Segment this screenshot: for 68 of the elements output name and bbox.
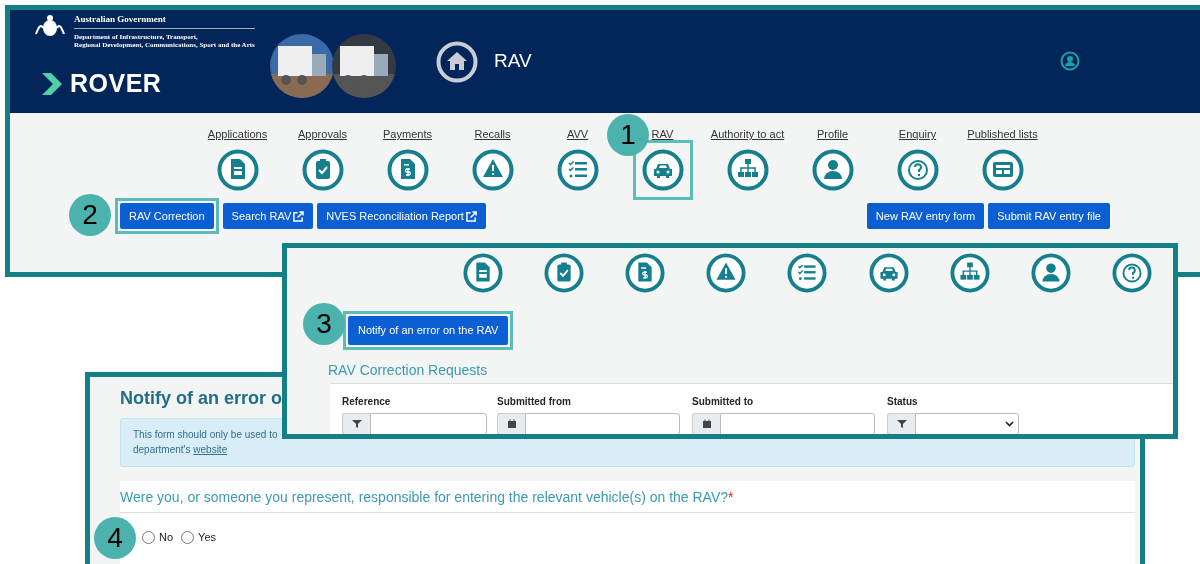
toolbar-button[interactable]: NVES Reconciliation Report	[317, 202, 486, 229]
app-logo-text: ROVER	[70, 68, 162, 100]
radio-button[interactable]	[142, 530, 155, 544]
help-icon[interactable]	[1112, 253, 1153, 293]
nav-link[interactable]: Applications	[207, 126, 268, 143]
nav-link[interactable]: Profile	[816, 126, 849, 143]
nav-link[interactable]: Published lists	[967, 126, 1038, 143]
question-text: Were you, or someone you represent, responsible for entering the relevant vehicle(s) on the RAV?	[120, 488, 729, 507]
user-icon[interactable]	[1031, 253, 1072, 293]
filter-label: Status	[887, 394, 919, 409]
org-chart-icon[interactable]	[949, 253, 990, 293]
help-icon[interactable]	[896, 148, 939, 191]
nav-link[interactable]: AVV	[566, 126, 589, 143]
calendar-icon	[506, 418, 517, 429]
org-chart-icon[interactable]	[726, 148, 769, 191]
radio-label: Yes	[198, 530, 216, 545]
step-number: 4	[94, 517, 136, 559]
clipboard-check-icon[interactable]	[301, 148, 344, 191]
radio-button[interactable]	[181, 530, 195, 544]
toolbar-button[interactable]: RAV Correction	[120, 202, 214, 229]
radio-label: No	[159, 530, 174, 545]
section-title: RAV Correction Requests	[328, 360, 489, 380]
filter-input[interactable]	[497, 412, 680, 434]
nav-link[interactable]: Authority to act	[710, 126, 785, 143]
required-mark: *	[728, 488, 734, 507]
invoice-icon[interactable]	[386, 148, 429, 191]
toolbar-button[interactable]: Submit RAV entry file	[988, 202, 1110, 229]
filter-label: Reference	[342, 394, 392, 409]
document-icon[interactable]	[462, 253, 503, 293]
warning-icon[interactable]	[471, 148, 514, 191]
step-number: 1	[607, 114, 649, 156]
filter-input[interactable]	[342, 412, 487, 434]
user-icon[interactable]	[811, 148, 854, 191]
filter-icon	[896, 418, 907, 429]
step-number: 3	[303, 303, 345, 345]
checklist-icon[interactable]	[787, 253, 828, 293]
notice-link[interactable]: website	[193, 443, 228, 455]
dropdown-caret-icon	[1005, 420, 1014, 427]
nav-link[interactable]: Enquiry	[898, 126, 937, 143]
form-title: Notify of an error o	[120, 387, 282, 410]
toolbar-button[interactable]: New RAV entry form	[866, 202, 985, 229]
nav-link[interactable]: RAV	[651, 126, 674, 143]
nav-link[interactable]: Payments	[383, 126, 432, 143]
warning-icon[interactable]	[706, 253, 747, 293]
nav-link[interactable]: Approvals	[298, 126, 347, 143]
account-icon[interactable]	[1060, 50, 1080, 71]
page-title: RAV	[494, 49, 532, 74]
document-icon[interactable]	[216, 148, 259, 191]
external-link-icon	[465, 211, 477, 223]
filter-label: Submitted to	[692, 394, 755, 409]
government-name: Australian Government	[74, 14, 255, 30]
filter-label: Submitted from	[497, 394, 572, 409]
checklist-icon[interactable]	[556, 148, 599, 191]
invoice-icon[interactable]	[625, 253, 666, 293]
notify-button[interactable]: Notify of an error on the RAV	[348, 316, 509, 345]
car-icon[interactable]	[868, 253, 909, 293]
filter-icon	[351, 418, 362, 429]
clipboard-check-icon[interactable]	[543, 253, 584, 293]
toolbar-button[interactable]: Search RAV	[222, 202, 314, 229]
nav-link[interactable]: Recalls	[474, 126, 511, 143]
external-link-icon	[293, 211, 305, 223]
list-icon[interactable]	[981, 148, 1024, 191]
step-number: 2	[69, 193, 111, 236]
filter-input[interactable]	[692, 412, 875, 434]
chevron-logo-icon	[42, 73, 62, 96]
car-icon[interactable]	[641, 148, 684, 191]
calendar-icon	[701, 418, 712, 429]
home-icon[interactable]	[436, 40, 478, 83]
